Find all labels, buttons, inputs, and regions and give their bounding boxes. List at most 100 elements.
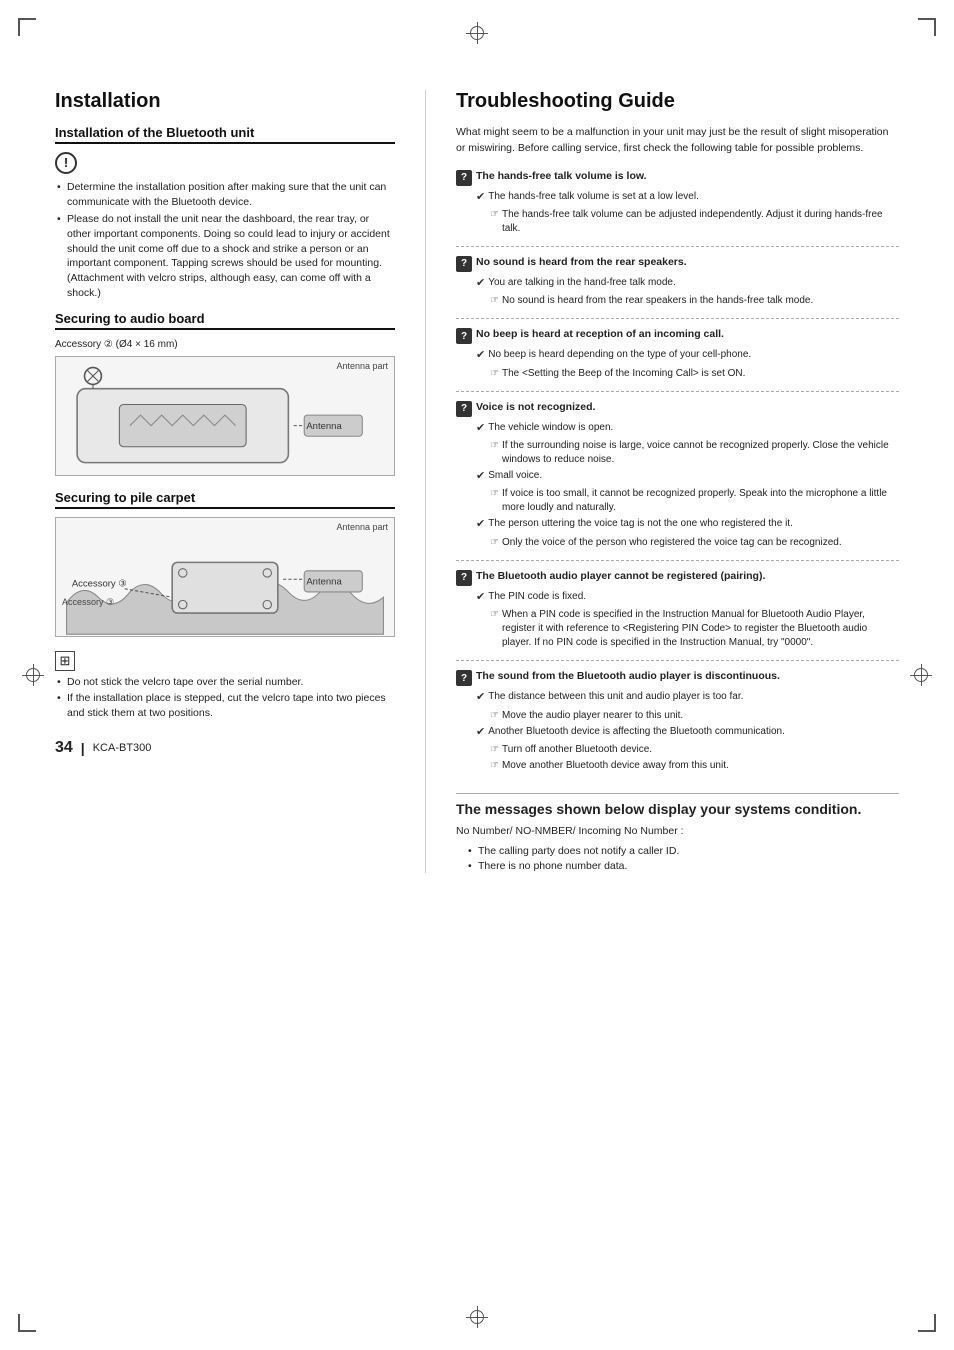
check-6-2: ✔ Another Bluetooth device is affecting … <box>476 725 899 740</box>
diagram1-antenna-label: Antenna part <box>336 361 388 371</box>
checkmark-2-1: ✔ <box>476 276 485 291</box>
warning-item-1: Determine the installation position afte… <box>55 180 395 209</box>
messages-label: No Number/ NO-NMBER/ Incoming No Number … <box>456 825 684 837</box>
checkmark-6-1: ✔ <box>476 690 485 705</box>
diagram2-accessory-label: Accessory ③ <box>62 597 114 608</box>
checkmark-5-1: ✔ <box>476 590 485 605</box>
checkmark-4-1: ✔ <box>476 421 485 436</box>
trouble-title-2: No sound is heard from the rear speakers… <box>476 255 687 270</box>
trouble-title-6: The sound from the Bluetooth audio playe… <box>476 669 780 684</box>
checkmark-3-1: ✔ <box>476 348 485 363</box>
check-4-3: ✔ The person uttering the voice tag is n… <box>476 517 899 532</box>
diagram2-antenna-label: Antenna part <box>336 522 388 532</box>
content-wrapper: Installation Installation of the Bluetoo… <box>0 40 954 923</box>
diagram2-container: Antenna Accessory ③ Antenna part Accesso… <box>55 517 395 637</box>
trouble-item-2: ? No sound is heard from the rear speake… <box>456 255 899 319</box>
trouble-header-1: ? The hands-free talk volume is low. <box>456 169 899 186</box>
corner-mark-tr <box>918 18 936 36</box>
trouble-body-4: ✔ The vehicle window is open. ☞ If the s… <box>456 421 899 550</box>
sub-4-3: ☞ Only the voice of the person who regis… <box>476 536 899 550</box>
subsection2-title: Securing to audio board <box>55 311 395 330</box>
checkmark-4-2: ✔ <box>476 469 485 484</box>
sub-5-1: ☞ When a PIN code is specified in the In… <box>476 608 899 650</box>
q-icon-4: ? <box>456 401 472 417</box>
svg-text:Accessory ③: Accessory ③ <box>72 578 127 589</box>
trouble-list: ? The hands-free talk volume is low. ✔ T… <box>456 169 899 784</box>
sub-2-1: ☞ No sound is heard from the rear speake… <box>476 294 899 308</box>
check-4-1: ✔ The vehicle window is open. <box>476 421 899 436</box>
page-separator: | <box>81 740 85 756</box>
warning-list: Determine the installation position afte… <box>55 180 395 301</box>
messages-body: No Number/ NO-NMBER/ Incoming No Number … <box>456 824 899 873</box>
subsection1-title: Installation of the Bluetooth unit <box>55 125 395 144</box>
q-icon-5: ? <box>456 570 472 586</box>
checkmark-1-1: ✔ <box>476 190 485 205</box>
column-divider <box>425 90 426 873</box>
diagram1-container: Accessory ② (Ø4 × 16 mm) <box>55 338 395 476</box>
page-number: 34 <box>55 739 73 757</box>
warning-item-2: Please do not install the unit near the … <box>55 212 395 300</box>
checkmark-6-2: ✔ <box>476 725 485 740</box>
left-title: Installation <box>55 90 395 113</box>
corner-mark-br <box>918 1314 936 1332</box>
check-2-1: ✔ You are talking in the hand-free talk … <box>476 276 899 291</box>
messages-detail-2: There is no phone number data. <box>468 859 899 874</box>
messages-section: The messages shown below display your sy… <box>456 793 899 873</box>
trouble-title-1: The hands-free talk volume is low. <box>476 169 647 184</box>
check-4-2: ✔ Small voice. <box>476 469 899 484</box>
note-item-1: Do not stick the velcro tape over the se… <box>55 675 395 690</box>
trouble-item-5: ? The Bluetooth audio player cannot be r… <box>456 569 899 661</box>
crosshair-bottom <box>466 1306 488 1328</box>
crosshair-left <box>22 664 44 686</box>
trouble-item-6: ? The sound from the Bluetooth audio pla… <box>456 669 899 783</box>
arrow-3-1: ☞ <box>490 367 499 381</box>
svg-text:Antenna: Antenna <box>306 420 342 431</box>
trouble-body-6: ✔ The distance between this unit and aud… <box>456 690 899 773</box>
arrow-4-1: ☞ <box>490 439 499 453</box>
trouble-header-6: ? The sound from the Bluetooth audio pla… <box>456 669 899 686</box>
sub-4-2: ☞ If voice is too small, it cannot be re… <box>476 487 899 515</box>
subsection3-title: Securing to pile carpet <box>55 490 395 509</box>
sub-1-1: ☞ The hands-free talk volume can be adju… <box>476 208 899 236</box>
trouble-title-3: No beep is heard at reception of an inco… <box>476 327 724 342</box>
note-block: ⊞ Do not stick the velcro tape over the … <box>55 651 395 721</box>
crosshair-right <box>910 664 932 686</box>
diagram1-label: Accessory ② (Ø4 × 16 mm) <box>55 339 178 350</box>
sub-3-1: ☞ The <Setting the Beep of the Incoming … <box>476 367 899 381</box>
messages-title: The messages shown below display your sy… <box>456 800 899 818</box>
trouble-item-4: ? Voice is not recognized. ✔ The vehicle… <box>456 400 899 561</box>
q-icon-1: ? <box>456 170 472 186</box>
diagram1-box: Antenna Antenna part <box>55 356 395 476</box>
messages-detail-list: The calling party does not notify a call… <box>456 844 899 873</box>
arrow-6-2b: ☞ <box>490 759 499 773</box>
sub-6-2b: ☞ Move another Bluetooth device away fro… <box>476 759 899 773</box>
diagram1-svg: Antenna <box>56 357 394 476</box>
q-icon-6: ? <box>456 670 472 686</box>
corner-mark-bl <box>18 1314 36 1332</box>
sub-6-2a: ☞ Turn off another Bluetooth device. <box>476 743 899 757</box>
trouble-body-2: ✔ You are talking in the hand-free talk … <box>456 276 899 308</box>
diagram2-svg: Antenna Accessory ③ <box>56 518 394 637</box>
trouble-title-4: Voice is not recognized. <box>476 400 595 415</box>
trouble-item-3: ? No beep is heard at reception of an in… <box>456 327 899 391</box>
page-number-area: 34 | KCA-BT300 <box>55 739 395 757</box>
svg-text:Antenna: Antenna <box>306 576 342 587</box>
corner-mark-tl <box>18 18 36 36</box>
warning-icon: ! <box>55 152 77 174</box>
arrow-6-2a: ☞ <box>490 743 499 757</box>
check-5-1: ✔ The PIN code is fixed. <box>476 590 899 605</box>
trouble-header-5: ? The Bluetooth audio player cannot be r… <box>456 569 899 586</box>
note-icon: ⊞ <box>55 651 75 671</box>
sub-6-1: ☞ Move the audio player nearer to this u… <box>476 709 899 723</box>
checkmark-4-3: ✔ <box>476 517 485 532</box>
diagram2-box: Antenna Accessory ③ Antenna part Accesso… <box>55 517 395 637</box>
trouble-body-5: ✔ The PIN code is fixed. ☞ When a PIN co… <box>456 590 899 650</box>
trouble-body-1: ✔ The hands-free talk volume is set at a… <box>456 190 899 236</box>
arrow-5-1: ☞ <box>490 608 499 622</box>
crosshair-top <box>466 22 488 44</box>
right-column: Troubleshooting Guide What might seem to… <box>456 90 899 873</box>
note-item-2: If the installation place is stepped, cu… <box>55 691 395 720</box>
left-column: Installation Installation of the Bluetoo… <box>55 90 395 873</box>
check-6-1: ✔ The distance between this unit and aud… <box>476 690 899 705</box>
trouble-item-1: ? The hands-free talk volume is low. ✔ T… <box>456 169 899 247</box>
